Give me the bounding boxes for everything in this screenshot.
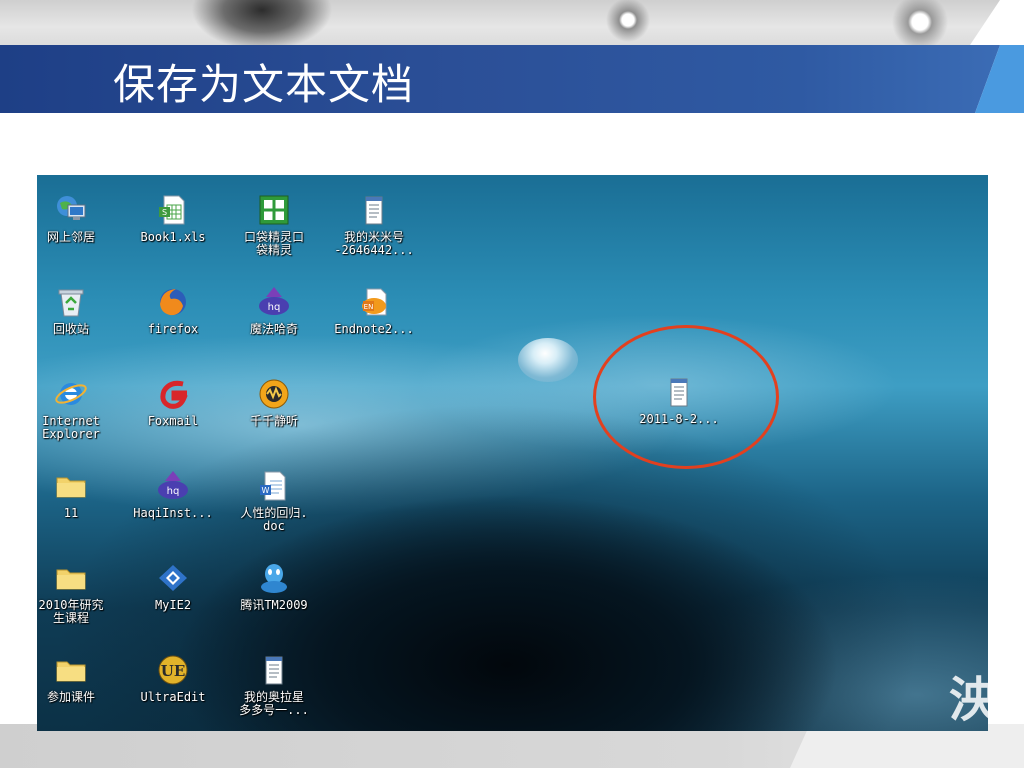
svg-text:EN: EN bbox=[364, 303, 374, 311]
folder-icon bbox=[56, 661, 86, 682]
magic-haqi-icon: hq bbox=[158, 471, 188, 499]
desktop-icon-tencent-tm[interactable]: 腾讯TM2009 bbox=[232, 561, 316, 612]
desktop-icon-ttplayer[interactable]: 千千静听 bbox=[232, 377, 316, 428]
water-droplet bbox=[518, 338, 578, 382]
desktop-icon-ultraedit[interactable]: UE UltraEdit bbox=[131, 653, 215, 704]
icon-label: HaqiInst... bbox=[133, 506, 213, 520]
desktop-icon-network[interactable]: 网上邻居 bbox=[37, 193, 113, 244]
icon-label: firefox bbox=[147, 322, 199, 336]
endnote-file-icon: EN bbox=[362, 288, 387, 316]
header-photo-strip bbox=[0, 0, 1000, 45]
desktop-icon-foxmail[interactable]: Foxmail bbox=[131, 377, 215, 428]
word-document-icon: W bbox=[260, 471, 286, 501]
text-file-icon bbox=[265, 656, 283, 685]
desktop-icon-recycle-bin[interactable]: 回收站 bbox=[37, 285, 113, 336]
magic-haqi-icon: hq bbox=[259, 287, 289, 315]
desktop-icon-pocket-sprite[interactable]: 口袋精灵口 袋精灵 bbox=[232, 193, 316, 257]
internet-explorer-icon bbox=[55, 383, 87, 405]
icon-label: 人性的回归. doc bbox=[240, 506, 308, 533]
icon-label: 参加课件 bbox=[46, 690, 95, 704]
text-file-icon bbox=[365, 196, 383, 225]
desktop-icon-new-text-file[interactable]: 2011-8-2... bbox=[634, 375, 724, 426]
desktop-icon-folder-11[interactable]: 11 bbox=[37, 469, 113, 520]
wallpaper-watermark: 泱 bbox=[949, 672, 988, 728]
desktop-icon-mimi-number[interactable]: 我的米米号 -2646442... bbox=[332, 193, 416, 257]
desktop-icon-myie2[interactable]: MyIE2 bbox=[131, 561, 215, 612]
icon-label: MyIE2 bbox=[154, 598, 192, 612]
desktop-icon-internet-explorer[interactable]: Internet Explorer bbox=[37, 377, 113, 441]
icon-label: 口袋精灵口 袋精灵 bbox=[243, 230, 304, 257]
desktop-icon-book1-xls[interactable]: S Book1.xls bbox=[131, 193, 215, 244]
svg-text:S: S bbox=[162, 208, 167, 217]
icon-label: 我的奥拉星 多多号一... bbox=[239, 690, 309, 717]
icon-label: 11 bbox=[63, 506, 79, 520]
slide-title: 保存为文本文档 bbox=[113, 60, 415, 109]
text-file-icon bbox=[670, 378, 688, 407]
icon-label: Foxmail bbox=[147, 414, 199, 428]
desktop-icon-magic-haqi[interactable]: hq 魔法哈奇 bbox=[232, 285, 316, 336]
icon-label: 千千静听 bbox=[249, 414, 298, 428]
svg-text:UE: UE bbox=[161, 662, 186, 680]
pocket-sprite-icon bbox=[259, 195, 289, 225]
icon-label: 2010年研究 生课程 bbox=[38, 598, 104, 625]
icon-label: Endnote2... bbox=[334, 322, 414, 336]
recycle-bin-icon bbox=[58, 289, 84, 317]
ttplayer-icon bbox=[259, 379, 289, 409]
icon-label: 魔法哈奇 bbox=[249, 322, 298, 336]
desktop-icon-endnote[interactable]: EN Endnote2... bbox=[332, 285, 416, 336]
spreadsheet-file-icon: S bbox=[159, 195, 185, 225]
firefox-icon bbox=[160, 289, 186, 316]
tencent-tm-icon bbox=[261, 564, 287, 593]
icon-label: UltraEdit bbox=[140, 690, 206, 704]
icon-label: 腾讯TM2009 bbox=[240, 598, 308, 612]
icon-label: 我的米米号 -2646442... bbox=[334, 230, 414, 257]
network-places-icon bbox=[57, 196, 86, 220]
icon-label: Internet Explorer bbox=[42, 414, 100, 441]
folder-icon bbox=[56, 569, 86, 590]
desktop-icon-aola-star[interactable]: 我的奥拉星 多多号一... bbox=[232, 653, 316, 717]
desktop-screenshot: 泱 网上邻居 回收站 Internet Explorer 11 2010年研究 … bbox=[37, 175, 988, 731]
desktop-icon-folder-courses[interactable]: 2010年研究 生课程 bbox=[37, 561, 113, 625]
icon-label: Book1.xls bbox=[140, 230, 206, 244]
icon-label: 2011-8-2... bbox=[639, 412, 719, 426]
desktop-icon-haqi-installer[interactable]: hq HaqiInst... bbox=[131, 469, 215, 520]
ultraedit-icon: UE bbox=[158, 655, 188, 685]
svg-text:hq: hq bbox=[268, 302, 281, 313]
foxmail-icon bbox=[160, 380, 188, 409]
icon-label: 网上邻居 bbox=[46, 230, 95, 244]
desktop-icon-firefox[interactable]: firefox bbox=[131, 285, 215, 336]
desktop-icon-doc-file[interactable]: W 人性的回归. doc bbox=[232, 469, 316, 533]
svg-text:hq: hq bbox=[167, 486, 180, 497]
svg-text:W: W bbox=[262, 486, 270, 495]
desktop-icon-folder-coursework[interactable]: 参加课件 bbox=[37, 653, 113, 704]
icon-label: 回收站 bbox=[52, 322, 89, 336]
myie2-icon bbox=[159, 565, 187, 591]
folder-icon bbox=[56, 477, 86, 498]
